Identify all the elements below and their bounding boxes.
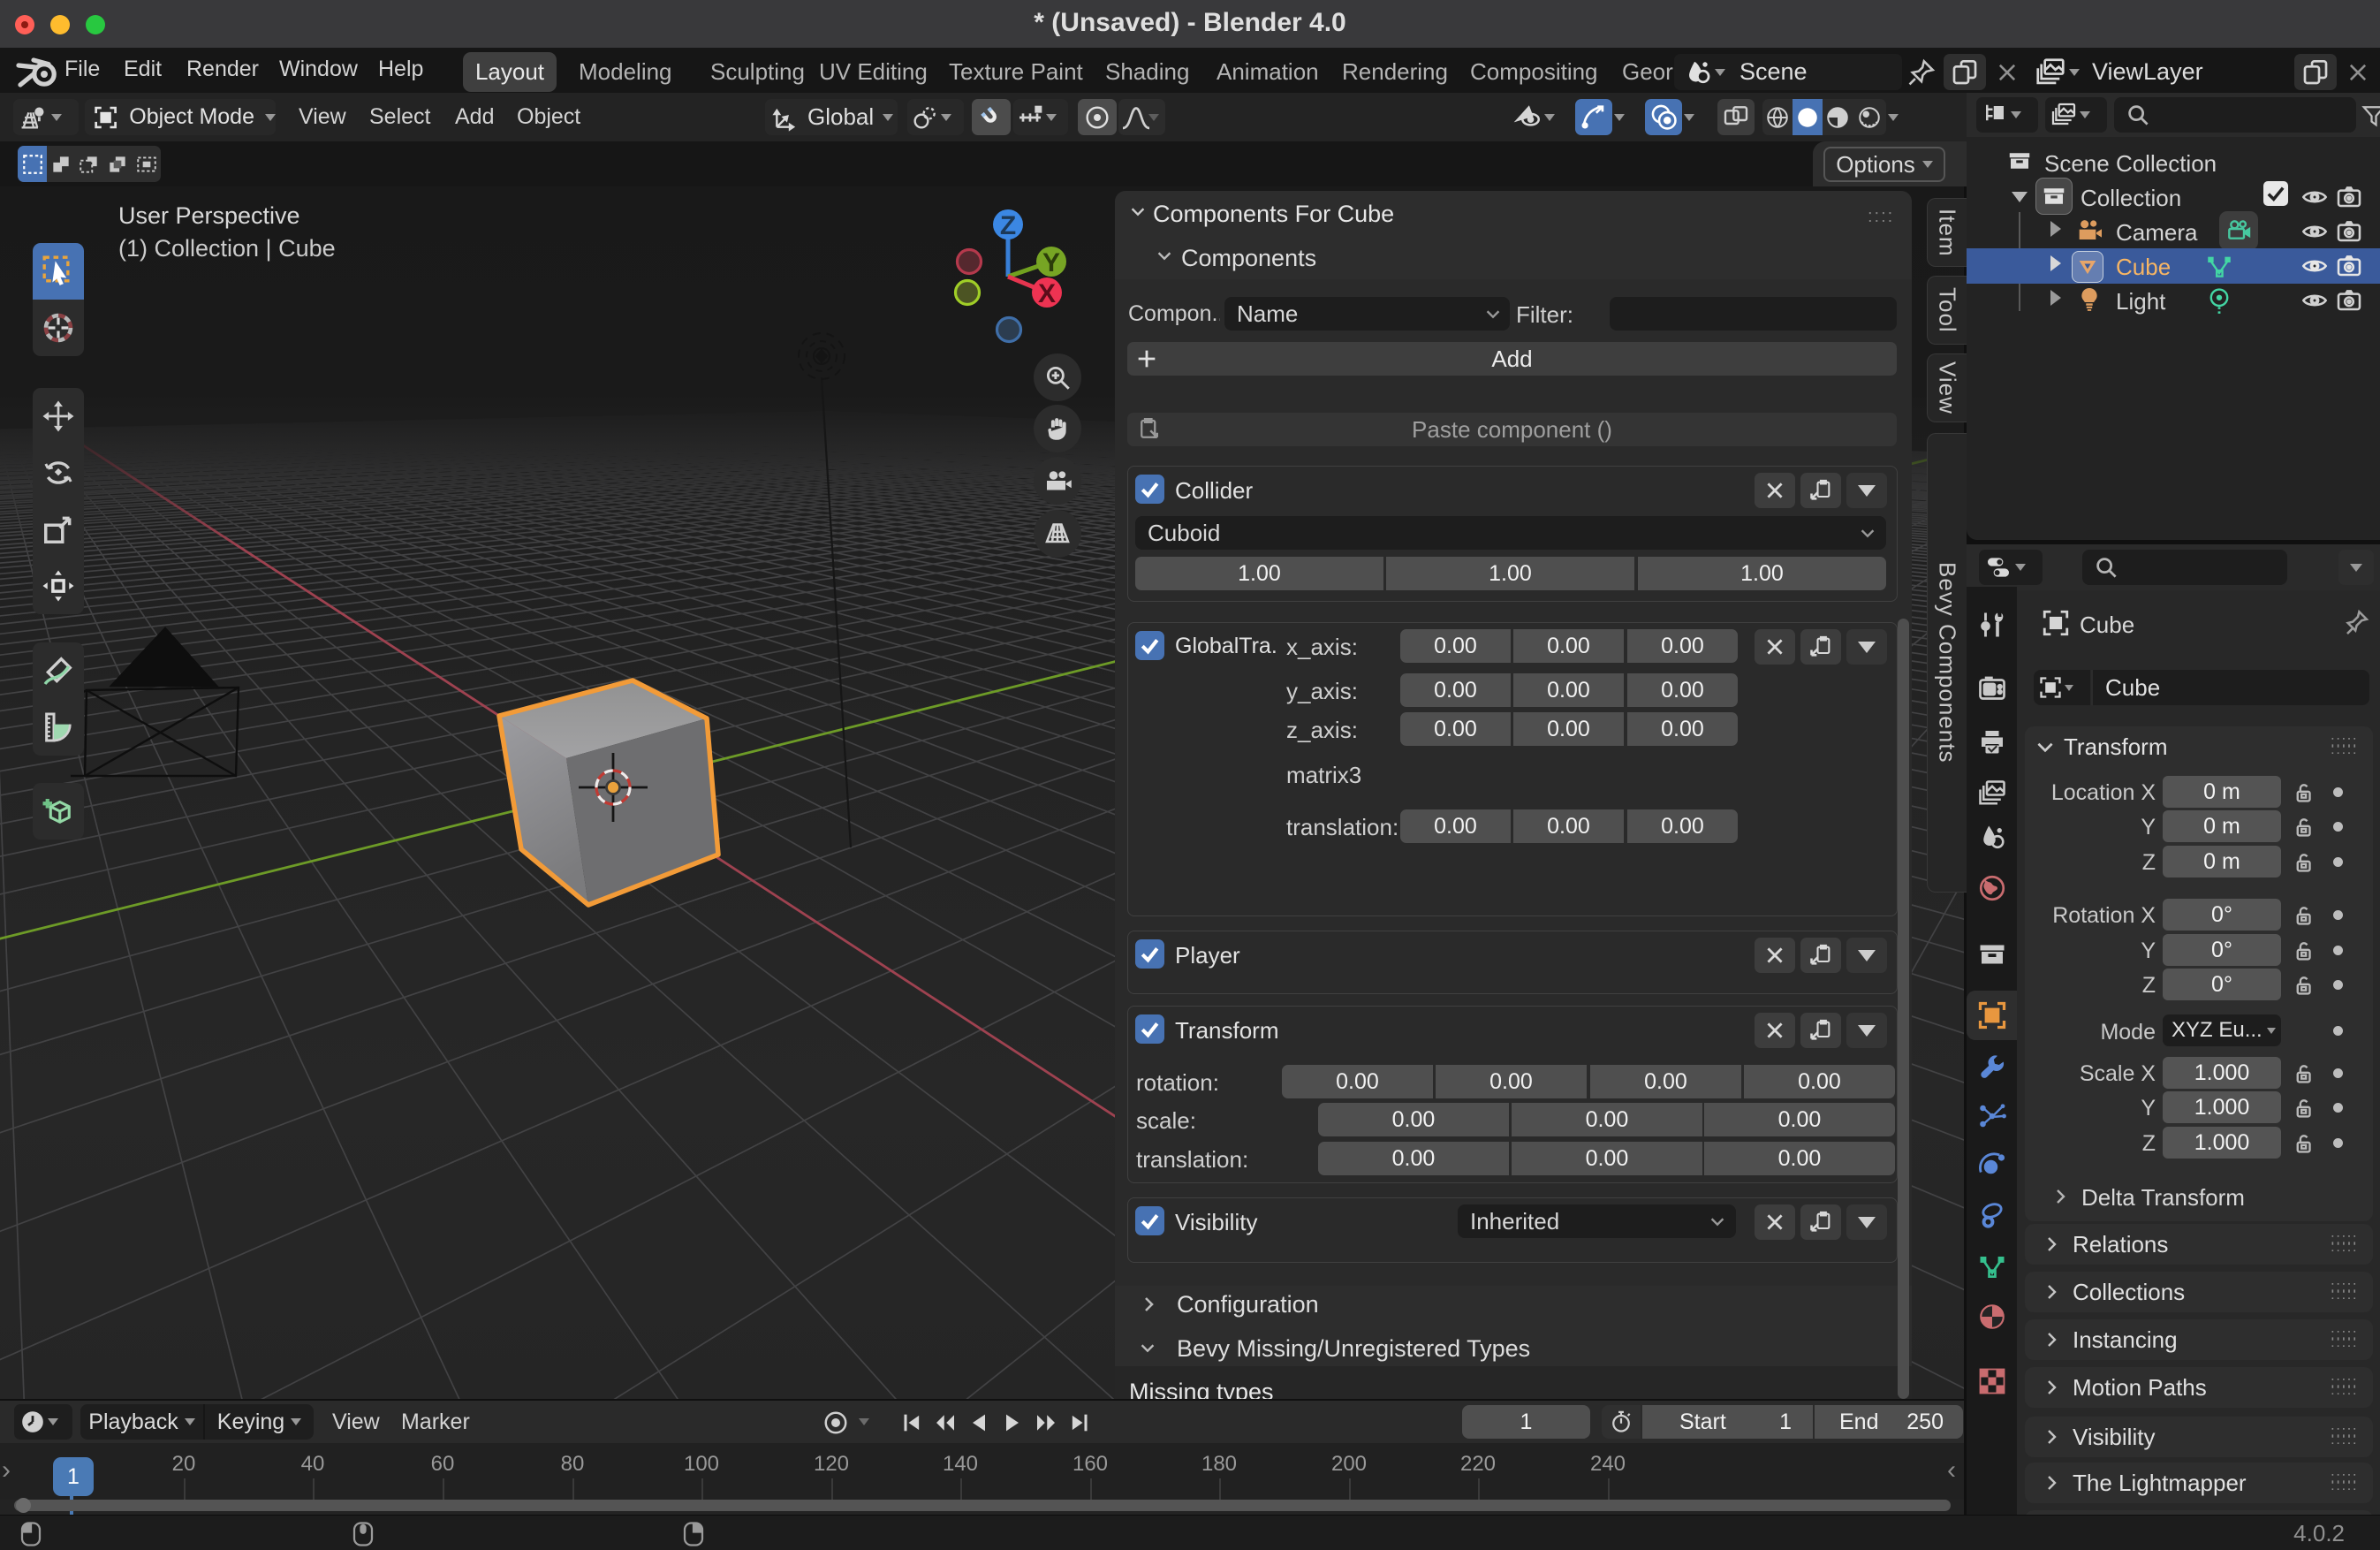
svg-text:Y: Y	[1042, 248, 1060, 277]
svg-text:X: X	[1038, 279, 1056, 308]
svg-text:Z: Z	[1000, 211, 1016, 240]
